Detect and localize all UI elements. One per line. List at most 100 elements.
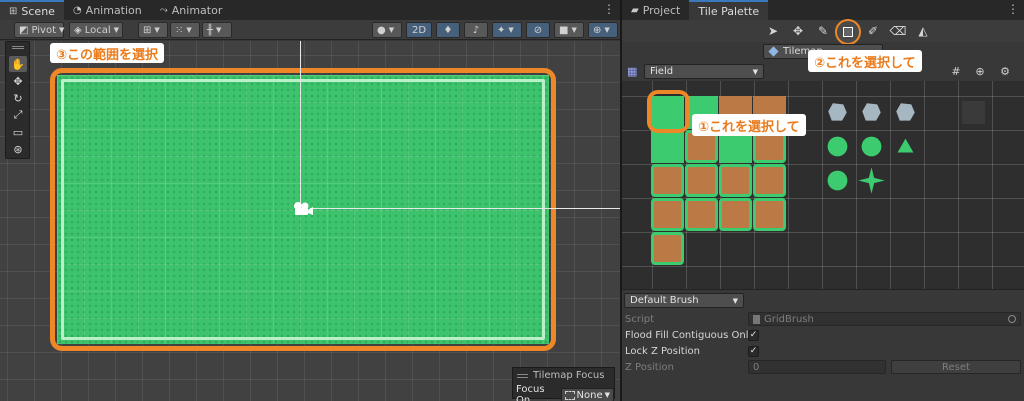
kebab-menu-icon[interactable]: ⋮ [1007,2,1019,16]
transform-tool-icon[interactable]: ⊛ [9,141,27,157]
increment-snap-button[interactable]: ╫ ▼ [202,22,232,38]
tab-tile-palette-label: Tile Palette [698,4,760,18]
focus-on-dropdown[interactable]: None ▼ [560,388,614,401]
callout-step-3: ③この範囲を選択 [50,43,165,63]
pivot-label: Pivot [31,24,56,36]
lock-z-label: Lock Z Position [625,345,700,357]
tile-rock[interactable] [862,103,881,121]
box-fill-glyph [843,27,853,37]
move-tool-icon[interactable]: ✥ [787,22,809,40]
scene-tool-strip: ✋ ✥ ↻ ⤢ ▭ ⊛ [5,41,30,159]
tile-palette-grid[interactable]: ①これを選択して [622,81,1024,289]
effects-toggle[interactable]: ✦ ▼ [492,22,522,38]
fill-bucket-icon[interactable]: ◭ [912,22,934,40]
reset-button[interactable]: Reset [891,360,1021,374]
picker-icon[interactable]: ✐ [862,22,884,40]
z-position-label: Z Position [625,361,674,373]
tile-sprout[interactable] [858,167,885,194]
tile-rock[interactable] [828,103,847,121]
lighting-toggle[interactable]: ♦ [436,22,460,38]
tile-dirt[interactable] [685,198,718,231]
shading-sphere-icon: ● [377,24,386,36]
tile-dirt[interactable] [753,164,786,197]
settings-gear-icon[interactable]: ⚙ [997,64,1013,78]
tile-dirt[interactable] [753,198,786,231]
z-position-input[interactable]: 0 [748,360,886,374]
rotate-tool-icon[interactable]: ↻ [9,90,27,106]
move-tool-icon[interactable]: ✥ [9,73,27,89]
tab-tile-palette[interactable]: Tile Palette [689,0,769,20]
grid-dots-icon: ⁙ [175,24,184,36]
gizmo-toggle-icon[interactable]: ⊕ [972,64,988,78]
tab-project[interactable]: ▰ Project [622,0,689,20]
palette-tabbar: ▰ Project Tile Palette ⋮ [622,0,1024,20]
rect-tool-icon[interactable]: ▭ [9,124,27,140]
brush-name: Default Brush [630,295,699,306]
tile-dirt[interactable] [719,198,752,231]
gizmos-button[interactable]: ⊕ ▼ [588,22,618,38]
tile-dirt[interactable] [651,164,684,197]
scale-tool-icon[interactable]: ⤢ [9,107,27,123]
pivot-dropdown[interactable]: ◩ Pivot ▼ [14,22,64,38]
script-file-icon [753,314,760,324]
tile-dirt[interactable] [651,198,684,231]
animator-icon: ⤳ [159,4,168,16]
callout-step-2: ②これを選択して [808,50,922,72]
scene-tabbar: ⊞ Scene ◔ Animation ⤳ Animator ⋮ [0,0,620,20]
mode-2d-label: 2D [411,24,427,36]
scene-viewport[interactable]: ✋ ✥ ↻ ⤢ ▭ ⊛ ③この範囲を選択 Tilemap Focus Focus… [0,41,620,401]
camera-settings-button[interactable]: ■ ▼ [554,22,584,38]
clock-icon: ◔ [72,4,82,16]
focus-on-label: Focus On [516,384,545,401]
drag-handle-icon[interactable] [12,46,24,49]
audio-toggle[interactable]: ♪ [464,22,488,38]
flood-fill-checkbox[interactable]: ✓ [748,329,759,341]
ruler-icon: ╫ [207,24,214,36]
tab-animator[interactable]: ⤳ Animator [151,0,232,20]
focus-overlay-header[interactable]: Tilemap Focus [513,369,614,382]
palette-name: Field [650,66,674,77]
lock-z-checkbox[interactable]: ✓ [748,345,759,357]
script-value: GridBrush [764,313,814,325]
tile-grass-edge[interactable] [651,130,684,163]
chevron-down-icon: ▼ [732,296,738,305]
select-tool-icon[interactable]: ➤ [762,22,784,40]
tile-bush-small[interactable] [861,136,882,157]
tile-dirt[interactable] [651,232,684,265]
script-row: Script GridBrush [625,312,1021,326]
tab-animation[interactable]: ◔ Animation [64,0,151,20]
grid-visibility-button[interactable]: ⁙ ▼ [170,22,200,38]
tile-empty[interactable] [961,100,986,125]
chevron-down-icon: ▼ [154,26,160,34]
focus-overlay-title: Tilemap Focus [533,370,605,381]
tile-bush[interactable] [827,136,848,157]
local-dropdown[interactable]: ◈ Local ▼ [69,22,123,38]
tile-dirt[interactable] [685,164,718,197]
eraser-icon[interactable]: ⌫ [887,22,909,40]
object-picker-icon[interactable] [1008,315,1016,323]
scene-visibility-toggle[interactable]: ⊘ [526,22,550,38]
pivot-icon: ◩ [19,24,29,36]
grid-toggle-icon[interactable]: # [948,64,964,78]
folder-icon: ▰ [631,4,639,16]
chevron-down-icon: ▼ [508,26,514,34]
tab-scene[interactable]: ⊞ Scene [0,0,64,20]
paintbrush-icon[interactable]: ✎ [812,22,834,40]
chevron-down-icon: ▼ [388,26,395,34]
2d-mode-button[interactable]: 2D [406,22,432,38]
tile-rock[interactable] [896,103,915,121]
kebab-menu-icon[interactable]: ⋮ [603,2,615,16]
hand-tool-icon[interactable]: ✋ [9,56,27,72]
tilemap-cube-icon [768,45,779,57]
tile-dirt[interactable] [719,164,752,197]
eye-slash-icon: ⊘ [533,24,543,36]
brush-dropdown[interactable]: Default Brush ▼ [624,293,744,308]
script-field[interactable]: GridBrush [748,312,1021,326]
tile-leaf[interactable] [897,138,914,153]
draw-mode-button[interactable]: ● ▼ [372,22,402,38]
tile-bush-round[interactable] [827,170,848,191]
camera-gizmo-icon[interactable] [292,201,314,217]
drag-handle-icon[interactable] [517,373,528,378]
grid-snap-button[interactable]: ⊞ ▼ [138,22,168,38]
palette-dropdown[interactable]: Field ▼ [644,64,764,79]
